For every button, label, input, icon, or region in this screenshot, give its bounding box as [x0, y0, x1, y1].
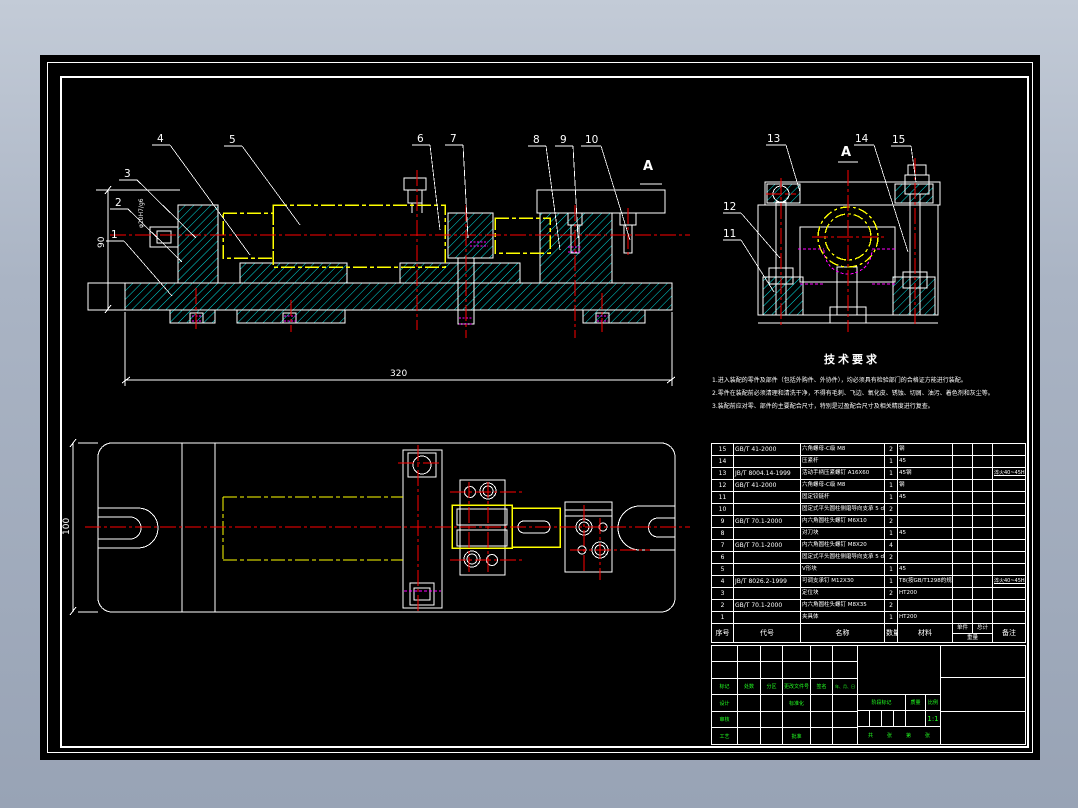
dim-fit: φ20H7/g6: [138, 198, 145, 228]
section-label-a: A: [841, 145, 851, 160]
callout-9: 9: [560, 134, 567, 146]
tb-extra-cell: [940, 711, 1026, 745]
bom-row: 9 GB/T 70.1-2000 内六角圆柱头螺钉 M6X10 2: [711, 515, 1026, 528]
tech-requirements: 技术要求 1.进入装配的零件及部件（包括外购件、外协件），均必须具有检验部门的合…: [712, 351, 1014, 413]
bom-row: 14 压紧杆 1 45: [711, 455, 1026, 468]
tb-count-label: 处数: [737, 678, 761, 695]
tb-sign-label: 签名: [810, 678, 833, 695]
tech-requirement-item: 2.零件在装配前必须清理和清洗干净，不得有毛刺、飞边、氧化皮、锈蚀、切屑、油污、…: [712, 390, 994, 397]
bom-header-row: 序号 代号 名称 数量 材料 单件总计 重量 备注: [711, 623, 1026, 643]
cad-viewer-page: 320 90 φ20H7/g6 A 1 2 3 4 5 6 7 8 9 10 A…: [0, 0, 1078, 808]
tb-sheet-row: 共 张 第 张: [857, 726, 941, 745]
callout-13: 13: [767, 133, 780, 145]
dim-plan-width: 100: [62, 518, 72, 535]
tb-drawing-number-cell: [940, 677, 1026, 712]
callout-8: 8: [533, 134, 540, 146]
bom-header-qty: 数量: [884, 623, 898, 643]
plan-view: 100: [62, 438, 690, 616]
bom-header-weight: 单件 总计 重量: [952, 623, 993, 643]
view-label-a: A: [643, 159, 653, 174]
tb-mark-label: 标记: [711, 678, 738, 695]
tb-stage-boxes: [857, 710, 906, 727]
side-view: A 11 12 13 14 15: [723, 133, 941, 332]
callout-7: 7: [450, 133, 457, 145]
tb-stage-mark-label: 阶段标记: [857, 694, 906, 711]
callout-1: 1: [111, 229, 118, 241]
callout-15: 15: [892, 134, 905, 146]
bom-table: 15 GB/T 41-2000 六角螺母-C级 M8 2 钢 14 压紧杆 1 45 13 JB…: [711, 443, 1026, 643]
bom-row: 15 GB/T 41-2000 六角螺母-C级 M8 2 钢: [711, 443, 1026, 456]
bom-row: 11 固定铰链杆 1 45: [711, 491, 1026, 504]
callout-12: 12: [723, 201, 736, 213]
bom-row: 1 夹具体 1 HT200: [711, 611, 1026, 624]
callout-10: 10: [585, 134, 598, 146]
tb-standardization-label: 标准化: [782, 694, 811, 712]
bom-header-remark: 备注: [992, 623, 1026, 643]
tb-scale-value: 1:1: [925, 710, 941, 727]
bom-row: 7 GB/T 70.1-2000 内六角圆柱头螺钉 M8X20 4: [711, 539, 1026, 552]
callout-3: 3: [124, 168, 131, 180]
bom-row: 8 对刀块 1 45: [711, 527, 1026, 540]
callout-2: 2: [115, 197, 122, 209]
tb-docno-label: 更改文件号: [782, 678, 811, 695]
title-block: 标记 处数 分区 更改文件号 签名 年、月、日 设计 标准化 审核 工艺 批准 …: [711, 645, 1026, 745]
bom-row: 13 JB/T 8004.14-1999 活动手柄压紧螺钉 A16X60 1 45钢 淬火…: [711, 467, 1026, 480]
bom-header-material: 材料: [897, 623, 953, 643]
callout-4: 4: [157, 133, 164, 145]
bom-row: 6 固定式平头圆柱侧磨导向支承 5 d12 2: [711, 551, 1026, 564]
bom-row: 2 GB/T 70.1-2000 内六角圆柱头螺钉 M8X35 2: [711, 599, 1026, 612]
tech-requirement-item: 1.进入装配的零件及部件（包括外购件、外协件），均必须具有检验部门的合格证方能进…: [712, 377, 967, 384]
bom-row: 3 定位块 2 HT200: [711, 587, 1026, 600]
tb-unit-cell: [940, 645, 1026, 678]
tb-approve-label: 批准: [782, 727, 811, 745]
bom-row: 10 固定式平头圆柱侧磨导向支承 5 d10 2: [711, 503, 1026, 516]
callout-6: 6: [417, 133, 424, 145]
tb-date-label: 年、月、日: [832, 678, 858, 695]
dim-height: 90: [97, 236, 107, 248]
tech-requirements-title: 技术要求: [824, 353, 880, 366]
bom-header-code: 代号: [733, 623, 801, 643]
tb-design-label: 设计: [711, 694, 738, 712]
front-view: 320 90 φ20H7/g6 A 1 2 3 4 5 6 7 8 9 10: [87, 133, 690, 386]
bom-row: 4 JB/T 8026.2-1999 可调支承钉 M12X30 1 T8(按GB/T12…: [711, 575, 1026, 588]
dim-length: 320: [390, 369, 407, 379]
tech-requirement-item: 3.装配前应对零、部件的主要配合尺寸，特别是过盈配合尺寸及相关精度进行复查。: [712, 403, 934, 410]
callout-14: 14: [855, 133, 869, 145]
bom-header-name: 名称: [800, 623, 885, 643]
tb-drawing-name-cell: [857, 645, 941, 695]
tb-process-label: 工艺: [711, 727, 738, 745]
bom-header-no: 序号: [711, 623, 734, 643]
callout-11: 11: [723, 228, 736, 240]
tb-scale-label: 比例: [925, 694, 941, 711]
tb-zone-label: 分区: [760, 678, 783, 695]
bom-row: 12 GB/T 41-2000 六角螺母-C级 M8 1 钢: [711, 479, 1026, 492]
tb-mass-label: 质量: [905, 694, 926, 711]
callout-5: 5: [229, 134, 236, 146]
bom-row: 5 V形块 1 45: [711, 563, 1026, 576]
tb-review-label: 审核: [711, 711, 738, 728]
